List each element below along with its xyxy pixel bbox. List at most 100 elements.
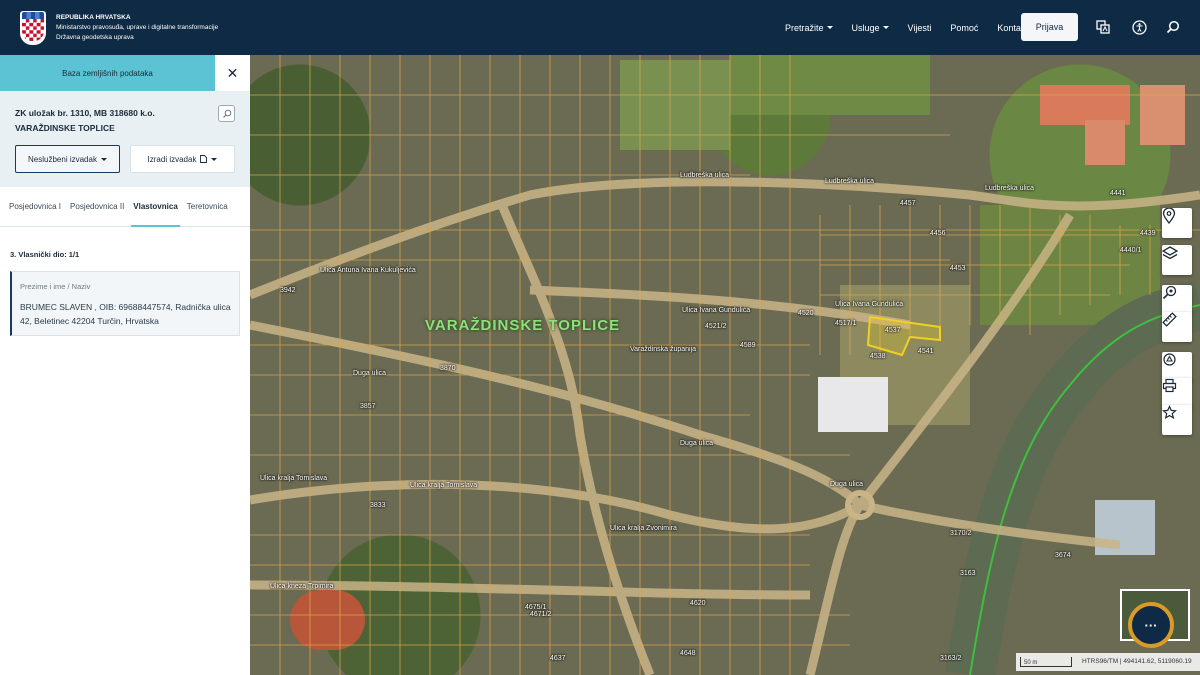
building: [1040, 85, 1130, 125]
street-label: Varaždinska županija: [630, 346, 697, 353]
parcel-number: 4457: [900, 200, 916, 207]
nav-services[interactable]: Usluge: [852, 23, 889, 33]
parcel-number: 3170/2: [950, 530, 972, 537]
parcel-number: 4648: [680, 650, 696, 657]
tab-posjedovnica-2[interactable]: Posjedovnica II: [61, 187, 124, 227]
parcel-number: 4439: [1140, 230, 1156, 237]
street-label: Ludbreška ulica: [680, 172, 730, 179]
layers-button[interactable]: [1162, 245, 1192, 275]
owner-field-label: Prezime i ime / Naziv: [20, 282, 91, 291]
parcel-number: 3857: [360, 403, 376, 410]
chat-icon[interactable]: ···: [1128, 602, 1174, 648]
parcel-number: 3833: [370, 502, 386, 509]
document-icon: [200, 155, 208, 163]
measure-button[interactable]: [1162, 312, 1192, 342]
parcel-number: 3163: [960, 570, 976, 577]
close-icon[interactable]: ✕: [215, 55, 250, 91]
create-extract-button[interactable]: Izradi izvadak: [130, 145, 235, 173]
favorite-button[interactable]: [1162, 405, 1192, 435]
town-label: VARAŽDINSKE TOPLICE: [425, 317, 621, 334]
parcel-number: 4440/1: [1120, 247, 1142, 254]
nav-help-label: Pomoć: [950, 22, 979, 33]
street-label: Duga ulica: [830, 481, 864, 488]
parcel-number: 3870: [440, 365, 456, 372]
cadastral-map[interactable]: VARAŽDINSKE TOPLICE Ludbreška ulica Ludb…: [250, 55, 1200, 675]
building: [1140, 85, 1185, 145]
owner-card: Prezime i ime / Naziv BRUMEC SLAVEN , OI…: [10, 271, 240, 336]
parcel-number: 4637: [550, 655, 566, 662]
main-nav: Pretražite Usluge Vijesti Pomoć Kontakt: [785, 0, 1047, 55]
ownership-share-label: 3. Vlasnički dio: 1/1: [10, 250, 80, 259]
street-label: Ulica kneza Trpimira: [270, 583, 334, 590]
scale-bar: 50 m HTRS96/TM | 494141.62, 5119060.19: [1016, 653, 1200, 671]
nav-help[interactable]: Pomoć: [950, 23, 978, 33]
brand-text: REPUBLIKA HRVATSKA Ministarstvo pravosuđ…: [56, 13, 218, 43]
zk-title-line: ZK uložak br. 1310, MB 318680 k.o.: [15, 108, 155, 118]
zoom-search-button[interactable]: [1162, 285, 1192, 315]
scale-indicator: 50 m: [1020, 657, 1072, 667]
land-register-title: ZK uložak br. 1310, MB 318680 k.o. VARAŽ…: [15, 106, 155, 136]
parcel-number: 4671/2: [530, 611, 552, 618]
land-register-card: ZK uložak br. 1310, MB 318680 k.o. VARAŽ…: [0, 91, 250, 187]
nav-search[interactable]: Pretražite: [785, 23, 833, 33]
street-label: Ulica kralja Zvonimira: [610, 525, 677, 532]
tab-posjedovnica-1[interactable]: Posjedovnica I: [0, 187, 61, 227]
scale-label: 50 m: [1024, 660, 1038, 666]
brand-line-3: Državna geodetska uprava: [56, 33, 134, 41]
field-patch: [620, 60, 730, 150]
coat-of-arms-icon: [20, 10, 46, 45]
chevron-down-icon: [882, 26, 889, 29]
parcel-number: 4521/2: [705, 323, 727, 330]
chevron-down-icon: [211, 157, 218, 161]
chevron-down-icon: [826, 26, 833, 29]
nav-search-label: Pretražite: [785, 22, 824, 33]
parcel-number: 4541: [918, 348, 934, 355]
street-label: Ulica kralja Tomislava: [260, 475, 328, 482]
road: [495, 198, 655, 675]
street-label: Ulica kralja Tomislava: [410, 482, 478, 489]
location-icon: [1162, 208, 1176, 224]
search-icon[interactable]: [1164, 18, 1182, 36]
nav-services-label: Usluge: [851, 22, 880, 33]
tab-teretovnica[interactable]: Teretovnica: [178, 187, 228, 227]
parcel-number: 4675/1: [525, 604, 547, 611]
map-canvas: [250, 55, 1200, 675]
zk-municipality-line: VARAŽDINSKE TOPLICE: [15, 123, 115, 133]
parcel-number: 4456: [930, 230, 946, 237]
parcel-number: 4520: [798, 310, 814, 317]
road: [250, 479, 863, 534]
nav-news-label: Vijesti: [907, 22, 932, 33]
parcel-number: 4589: [740, 342, 756, 349]
brand[interactable]: REPUBLIKA HRVATSKA Ministarstvo pravosuđ…: [0, 10, 300, 45]
street-label: Duga ulica: [680, 440, 714, 447]
tab-vlastovnica[interactable]: Vlastovnica: [124, 187, 181, 227]
unofficial-extract-label: Neslužbeni izvadak: [28, 154, 97, 164]
zoom-search-icon: [1162, 285, 1177, 300]
print-button[interactable]: [1162, 378, 1192, 408]
street-label: Duga ulica: [353, 370, 387, 377]
parcel-number: 4441: [1110, 190, 1126, 197]
location-button[interactable]: [1162, 208, 1192, 238]
chevron-down-icon: [100, 157, 107, 161]
nav-news[interactable]: Vijesti: [908, 23, 932, 33]
street-label: Ludbreška ulica: [825, 178, 875, 185]
parcel-number: 4538: [870, 353, 886, 360]
login-button[interactable]: Prijava: [1021, 13, 1078, 41]
print-icon: [1162, 378, 1177, 393]
accessibility-icon[interactable]: [1130, 18, 1148, 36]
brand-line-1: REPUBLIKA HRVATSKA: [56, 13, 131, 21]
parcel-number: 4453: [950, 265, 966, 272]
parcel-number: 4620: [690, 600, 706, 607]
sidebar-title: Baza zemljišnih podataka: [62, 68, 153, 78]
parcel-number: 4517/1: [835, 320, 857, 327]
translate-icon[interactable]: [1094, 18, 1112, 36]
top-header: REPUBLIKA HRVATSKA Ministarstvo pravosuđ…: [0, 0, 1200, 55]
star-icon: [1162, 405, 1177, 420]
sidebar-header: Baza zemljišnih podataka ✕ ZK uložak br.…: [0, 55, 250, 187]
unofficial-extract-button[interactable]: Neslužbeni izvadak: [15, 145, 120, 173]
zoom-to-parcel-icon[interactable]: [218, 105, 235, 122]
building: [818, 377, 888, 432]
parcel-number: 3942: [280, 287, 296, 294]
coordinate-readout: HTRS96/TM | 494141.62, 5119060.19: [1082, 658, 1192, 665]
brand-line-2: Ministarstvo pravosuđa, uprave i digital…: [56, 23, 219, 31]
